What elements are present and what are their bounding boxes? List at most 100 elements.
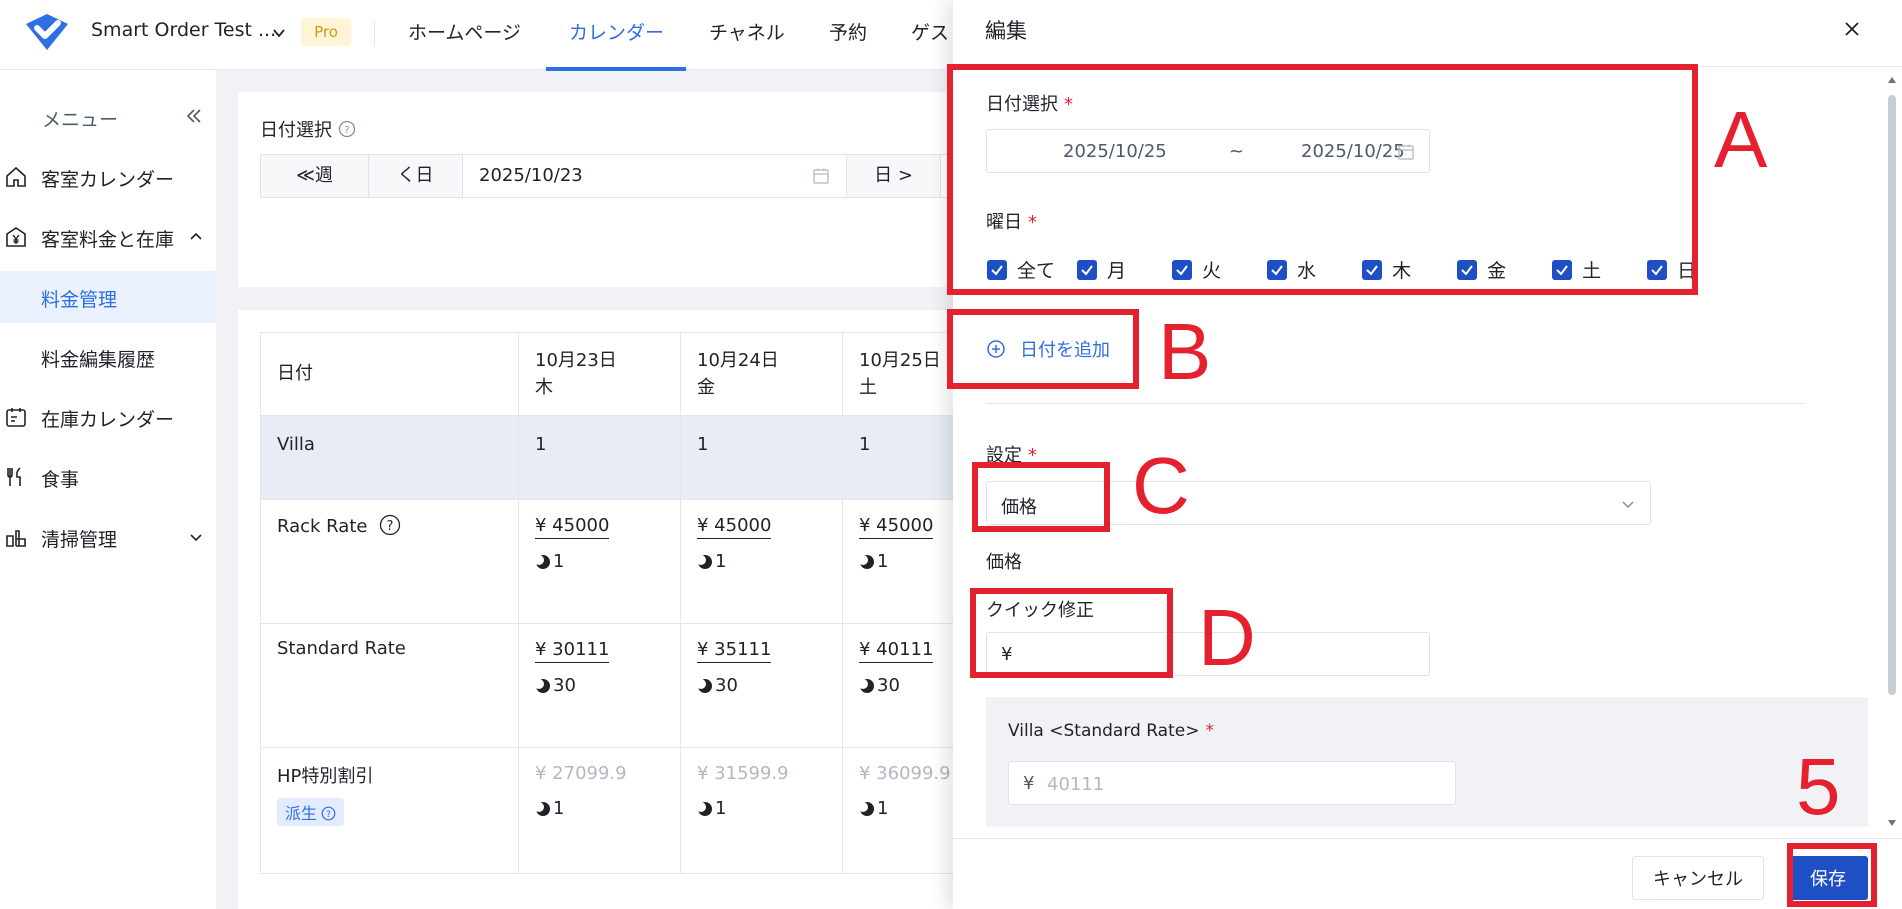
rate-cell[interactable]: ¥ 30111 30 — [518, 623, 681, 748]
column-weekday: 金 — [697, 377, 715, 398]
price-value[interactable]: ¥ 45000 — [697, 514, 772, 539]
sidebar-item-room-calendar[interactable]: 客室カレンダー — [0, 151, 216, 203]
table-header-row: 日付 10月23日木 10月24日金 10月25日土 — [260, 332, 1000, 416]
rate-plan-cell: Standard Rate — [260, 623, 519, 748]
stock-info: 1 — [535, 551, 664, 572]
price-value[interactable]: ¥ 40111 — [859, 638, 934, 663]
sidebar-item-label: 料金編集履歴 — [41, 349, 156, 371]
price-value[interactable]: ¥ 30111 — [535, 638, 610, 663]
sidebar-item-inventory-calendar[interactable]: 在庫カレンダー — [0, 391, 216, 443]
villa-rate-text: Villa <Standard Rate> — [1008, 721, 1200, 741]
svg-text:?: ? — [344, 125, 349, 136]
sidebar-item-label: 客室カレンダー — [41, 169, 175, 191]
chevron-down-icon[interactable] — [270, 24, 288, 42]
app-name[interactable]: Smart Order Test ... — [91, 19, 276, 41]
moon-icon — [535, 554, 550, 569]
stock-value: 1 — [877, 798, 889, 819]
svg-text:?: ? — [326, 810, 331, 820]
drawer-footer-divider — [953, 838, 1902, 839]
prev-day-button[interactable]: く日 — [369, 155, 463, 197]
chevron-down-icon — [1622, 501, 1634, 509]
tab-reservation[interactable]: 予約 — [829, 18, 867, 45]
derived-badge-label: 派生 — [285, 804, 318, 823]
villa-rate-section: Villa <Standard Rate> * ¥ 40111 — [986, 697, 1868, 827]
rate-cell[interactable]: ¥ 45000 1 — [518, 499, 681, 624]
sidebar-item-cleaning[interactable]: 清掃管理 — [0, 511, 216, 563]
date-select-text: 日付選択 — [260, 120, 332, 141]
tab-calendar[interactable]: カレンダー — [569, 18, 664, 45]
derived-badge: 派生? — [277, 798, 345, 826]
table-row-rack-rate: Rack Rate? ¥ 45000 1 ¥ 45000 1 ¥ 45000 1 — [260, 499, 1000, 624]
close-icon[interactable] — [1841, 18, 1863, 40]
stock-value: 1 — [553, 798, 565, 819]
required-mark: * — [1205, 721, 1214, 741]
room-type-cell: Villa — [260, 415, 519, 500]
date-input[interactable]: 2025/10/23 — [463, 155, 847, 197]
table-row-hp-discount: HP特別割引 派生? ¥ 27099.9 1 ¥ 31599.9 1 ¥ 36099.… — [260, 747, 1000, 874]
villa-rate-placeholder: 40111 — [1047, 774, 1105, 795]
column-weekday: 木 — [535, 377, 553, 398]
tab-guest[interactable]: ゲス — [911, 18, 949, 45]
date-header-cell: 日付 — [260, 332, 519, 416]
stock-value: 30 — [553, 675, 576, 696]
annotation-label-5: 5 — [1796, 742, 1841, 831]
stock-info: 30 — [697, 675, 826, 696]
rate-table: 日付 10月23日木 10月24日金 10月25日土 Villa 1 1 1 R… — [260, 332, 1000, 874]
yen-icon — [6, 227, 26, 247]
sidebar-item-meals[interactable]: 食事 — [0, 451, 216, 503]
inventory-cell[interactable]: 1 — [680, 415, 843, 500]
fork-knife-icon — [7, 467, 21, 486]
annotation-label-c: C — [1132, 441, 1190, 530]
help-icon[interactable]: ? — [338, 120, 356, 138]
sidebar-item-rate-edit-history[interactable]: 料金編集履歴 — [0, 331, 216, 383]
tab-home[interactable]: ホームページ — [408, 18, 521, 45]
app-logo-icon[interactable] — [22, 10, 72, 54]
prev-week-button[interactable]: ≪週 — [261, 155, 369, 197]
collapse-sidebar-icon[interactable] — [184, 106, 204, 126]
price-value[interactable]: ¥ 35111 — [697, 638, 772, 663]
tab-channel[interactable]: チャネル — [709, 18, 785, 45]
stock-info: 1 — [697, 551, 826, 572]
price-value[interactable]: ¥ 45000 — [535, 514, 610, 539]
svg-text:?: ? — [387, 519, 394, 534]
cancel-button[interactable]: キャンセル — [1632, 856, 1764, 900]
calendar-icon — [6, 408, 26, 427]
moon-icon — [859, 801, 874, 816]
stock-value: 1 — [877, 551, 889, 572]
stock-info: 1 — [535, 798, 664, 819]
pro-badge: Pro — [301, 18, 351, 46]
help-icon[interactable]: ? — [321, 806, 336, 821]
next-day-button[interactable]: 日 > — [847, 155, 941, 197]
moon-icon — [535, 678, 550, 693]
rate-cell[interactable]: ¥ 31599.9 1 — [680, 747, 843, 874]
yen-prefix: ¥ — [1023, 773, 1035, 794]
moon-icon — [859, 678, 874, 693]
inventory-cell[interactable]: 1 — [518, 415, 681, 500]
scroll-up-arrow-icon[interactable] — [1887, 75, 1897, 85]
annotation-box-d — [970, 588, 1173, 678]
cleaning-icon — [6, 530, 26, 547]
stock-value: 30 — [715, 675, 738, 696]
annotation-box-a — [947, 64, 1698, 295]
chevron-up-icon — [190, 232, 202, 240]
rate-cell[interactable]: ¥ 27099.9 1 — [518, 747, 681, 874]
price-value[interactable]: ¥ 45000 — [859, 514, 934, 539]
annotation-label-d: D — [1198, 593, 1256, 682]
rate-plan-label: Rack Rate — [277, 516, 368, 537]
scroll-down-arrow-icon[interactable] — [1887, 818, 1897, 828]
stock-value: 30 — [877, 675, 900, 696]
villa-rate-label: Villa <Standard Rate> * — [1008, 721, 1214, 741]
sidebar-item-room-rates-inventory[interactable]: 客室料金と在庫 — [0, 211, 216, 263]
sidebar-item-label: 清掃管理 — [41, 529, 118, 551]
price-value: ¥ 27099.9 — [535, 763, 627, 784]
rate-cell[interactable]: ¥ 45000 1 — [680, 499, 843, 624]
scrollbar-thumb[interactable] — [1888, 95, 1896, 695]
calendar-icon — [813, 168, 829, 184]
annotation-box-b — [947, 309, 1139, 389]
help-icon[interactable]: ? — [379, 514, 401, 536]
sidebar-item-rate-management[interactable]: 料金管理 — [0, 271, 216, 323]
rate-cell[interactable]: ¥ 35111 30 — [680, 623, 843, 748]
villa-standard-rate-input[interactable]: ¥ 40111 — [1008, 761, 1456, 805]
rate-plan-label: HP特別割引 — [277, 766, 374, 787]
drawer-title: 編集 — [985, 19, 1027, 43]
